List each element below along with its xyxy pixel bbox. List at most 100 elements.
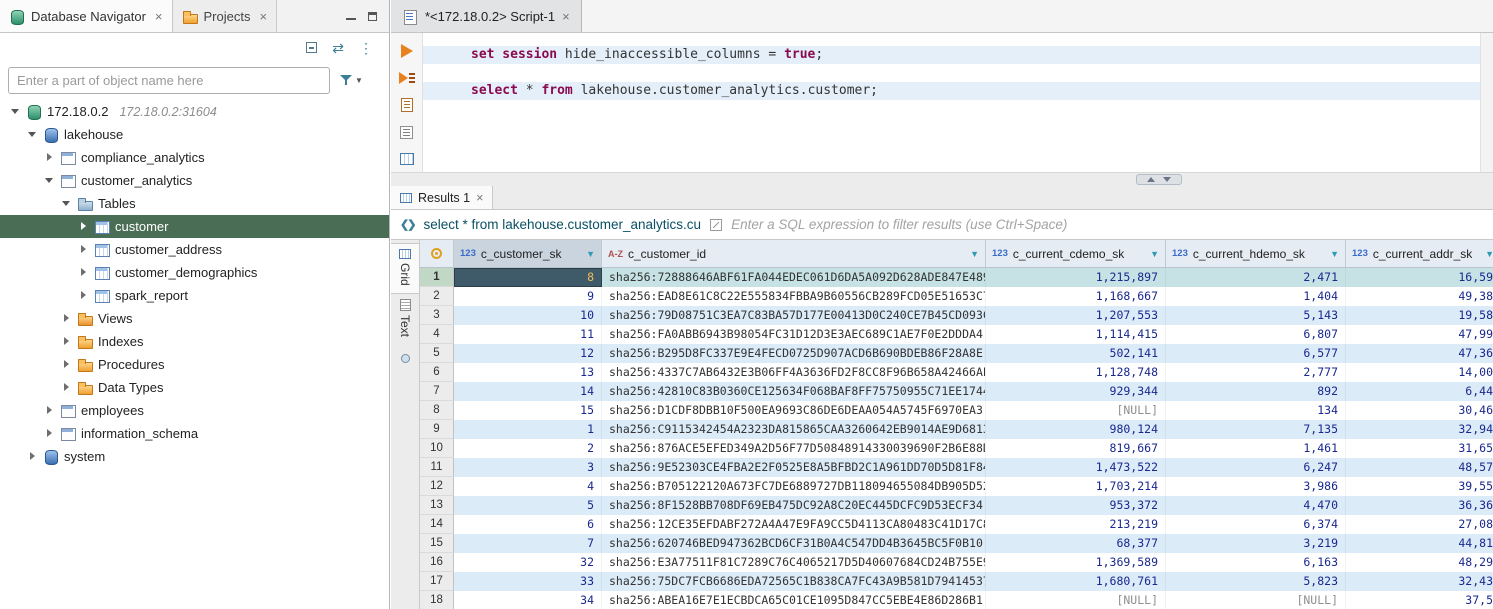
- table-cell[interactable]: 8: [454, 268, 602, 287]
- table-cell[interactable]: 36,36: [1346, 496, 1493, 515]
- table-cell[interactable]: 2,471: [1166, 268, 1346, 287]
- table-cell[interactable]: sha256:4337C7AB6432E3B06FF4A3636FD2F8CC8…: [602, 363, 986, 382]
- table-cell[interactable]: 14: [454, 382, 602, 401]
- table-cell[interactable]: 47,36: [1346, 344, 1493, 363]
- table-cell[interactable]: 6: [454, 515, 602, 534]
- table-cell[interactable]: 6,807: [1166, 325, 1346, 344]
- chevron-collapsed-icon[interactable]: [61, 382, 72, 393]
- filter-dropdown-icon[interactable]: ▼: [1326, 249, 1339, 259]
- table-cell[interactable]: 1,680,761: [986, 572, 1166, 591]
- row-number[interactable]: 13: [420, 496, 454, 515]
- minimize-icon[interactable]: [346, 12, 356, 20]
- row-number[interactable]: 10: [420, 439, 454, 458]
- editor-tab[interactable]: *<172.18.0.2> Script-1 ×: [391, 0, 582, 32]
- table-cell[interactable]: 49,38: [1346, 287, 1493, 306]
- explain-plan-button[interactable]: [397, 96, 417, 114]
- table-cell[interactable]: sha256:42810C83B0360CE125634F068BAF8FF75…: [602, 382, 986, 401]
- row-number[interactable]: 7: [420, 382, 454, 401]
- row-number[interactable]: 6: [420, 363, 454, 382]
- row-number[interactable]: 4: [420, 325, 454, 344]
- tree-item-system[interactable]: system: [0, 445, 389, 468]
- expand-icon[interactable]: [710, 219, 722, 231]
- table-cell[interactable]: 5,143: [1166, 306, 1346, 325]
- table-cell[interactable]: 10: [454, 306, 602, 325]
- chevron-collapsed-icon[interactable]: [27, 451, 38, 462]
- scroll-up-icon[interactable]: [1147, 177, 1155, 182]
- table-cell[interactable]: 3,219: [1166, 534, 1346, 553]
- chevron-collapsed-icon[interactable]: [61, 359, 72, 370]
- tree-item-lakehouse[interactable]: lakehouse: [0, 123, 389, 146]
- table-cell[interactable]: sha256:E3A77511F81C7289C76C4065217D5D406…: [602, 553, 986, 572]
- filter-dropdown-icon[interactable]: ▼: [582, 249, 595, 259]
- table-cell[interactable]: [NULL]: [986, 401, 1166, 420]
- table-cell[interactable]: 2,777: [1166, 363, 1346, 382]
- table-cell[interactable]: [NULL]: [1166, 591, 1346, 609]
- table-cell[interactable]: 1,404: [1166, 287, 1346, 306]
- view-menu-icon[interactable]: ⋮: [359, 41, 373, 55]
- table-cell[interactable]: 953,372: [986, 496, 1166, 515]
- sash-scroll-handle[interactable]: [1136, 174, 1182, 185]
- table-cell[interactable]: 68,377: [986, 534, 1166, 553]
- table-cell[interactable]: 3: [454, 458, 602, 477]
- results-tab[interactable]: Results 1 ×: [391, 186, 493, 209]
- table-cell[interactable]: sha256:ABEA16E7E1ECBDCA65C01CE1095D847CC…: [602, 591, 986, 609]
- table-cell[interactable]: sha256:876ACE5EFED349A2D56F77D5084891433…: [602, 439, 986, 458]
- table-cell[interactable]: 819,667: [986, 439, 1166, 458]
- chevron-collapsed-icon[interactable]: [44, 152, 55, 163]
- scroll-down-icon[interactable]: [1163, 177, 1171, 182]
- table-cell[interactable]: 48,29: [1346, 553, 1493, 572]
- table-cell[interactable]: 39,55: [1346, 477, 1493, 496]
- table-cell[interactable]: 6,163: [1166, 553, 1346, 572]
- table-cell[interactable]: 12: [454, 344, 602, 363]
- side-tab-text[interactable]: Text: [391, 294, 419, 344]
- table-cell[interactable]: 34: [454, 591, 602, 609]
- table-cell[interactable]: sha256:D1CDF8DBB10F500EA9693C86DE6DEAA05…: [602, 401, 986, 420]
- tree-item-customer[interactable]: customer: [0, 215, 389, 238]
- tree-item-employees[interactable]: employees: [0, 399, 389, 422]
- table-cell[interactable]: 30,46: [1346, 401, 1493, 420]
- tree-item-spark_report[interactable]: spark_report: [0, 284, 389, 307]
- chevron-collapsed-icon[interactable]: [61, 313, 72, 324]
- tree-item-compliance_analytics[interactable]: compliance_analytics: [0, 146, 389, 169]
- table-cell[interactable]: 1,703,214: [986, 477, 1166, 496]
- table-cell[interactable]: 980,124: [986, 420, 1166, 439]
- table-cell[interactable]: 33: [454, 572, 602, 591]
- close-icon[interactable]: ×: [562, 9, 570, 24]
- execute-statement-button[interactable]: [397, 42, 417, 60]
- table-cell[interactable]: 6,247: [1166, 458, 1346, 477]
- table-cell[interactable]: 892: [1166, 382, 1346, 401]
- chevron-collapsed-icon[interactable]: [78, 244, 89, 255]
- row-number[interactable]: 12: [420, 477, 454, 496]
- table-cell[interactable]: 1,473,522: [986, 458, 1166, 477]
- table-cell[interactable]: 6,44: [1346, 382, 1493, 401]
- table-cell[interactable]: 19,58: [1346, 306, 1493, 325]
- table-cell[interactable]: 4,470: [1166, 496, 1346, 515]
- table-cell[interactable]: 1,461: [1166, 439, 1346, 458]
- table-cell[interactable]: 2: [454, 439, 602, 458]
- table-cell[interactable]: 15: [454, 401, 602, 420]
- tree-item-indexes[interactable]: Indexes: [0, 330, 389, 353]
- tree-item-views[interactable]: Views: [0, 307, 389, 330]
- table-cell[interactable]: 47,99: [1346, 325, 1493, 344]
- table-cell[interactable]: 5: [454, 496, 602, 515]
- editor-scrollbar[interactable]: [1480, 33, 1493, 172]
- table-cell[interactable]: 1,114,415: [986, 325, 1166, 344]
- table-cell[interactable]: sha256:12CE35EFDABF272A4A47E9FA9CC5D4113…: [602, 515, 986, 534]
- table-cell[interactable]: sha256:79D08751C3EA7C83BA57D177E00413D0C…: [602, 306, 986, 325]
- table-cell[interactable]: sha256:C9115342454A2323DA815865CAA326064…: [602, 420, 986, 439]
- column-header-c_customer_sk[interactable]: 123c_customer_sk▼: [454, 240, 602, 267]
- table-cell[interactable]: sha256:B705122120A673FC7DE6889727DB11809…: [602, 477, 986, 496]
- table-cell[interactable]: 213,219: [986, 515, 1166, 534]
- table-cell[interactable]: 1: [454, 420, 602, 439]
- table-cell[interactable]: 6,577: [1166, 344, 1346, 363]
- filter-expression-input[interactable]: Enter a SQL expression to filter results…: [731, 217, 1067, 232]
- maximize-icon[interactable]: [368, 12, 377, 21]
- search-input[interactable]: [8, 67, 330, 94]
- close-icon[interactable]: ×: [259, 9, 267, 24]
- chevron-collapsed-icon[interactable]: [78, 290, 89, 301]
- row-number[interactable]: 9: [420, 420, 454, 439]
- table-cell[interactable]: 37,5: [1346, 591, 1493, 609]
- tree-item-customer_address[interactable]: customer_address: [0, 238, 389, 261]
- table-cell[interactable]: 32: [454, 553, 602, 572]
- row-number[interactable]: 17: [420, 572, 454, 591]
